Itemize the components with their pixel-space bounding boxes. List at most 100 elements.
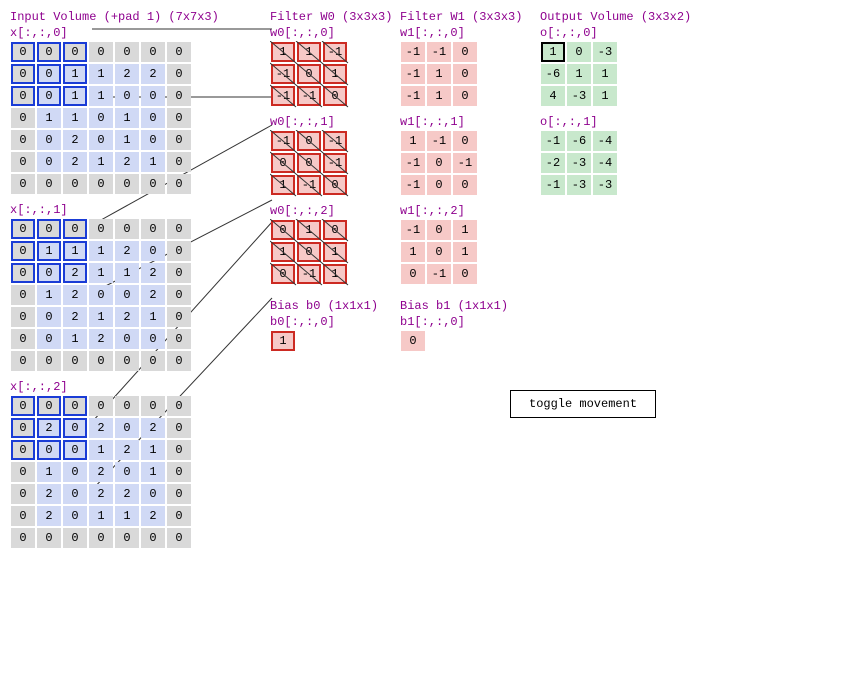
cell: 0 bbox=[453, 175, 477, 195]
cell: -1 bbox=[401, 175, 425, 195]
cell: 0 bbox=[141, 86, 165, 106]
cell: 0 bbox=[167, 285, 191, 305]
cell: 1 bbox=[593, 64, 617, 84]
cell: 1 bbox=[115, 130, 139, 150]
cell: 0 bbox=[167, 329, 191, 349]
cell: -3 bbox=[567, 175, 591, 195]
bias-b1-label: b1[:,:,0] bbox=[400, 315, 522, 329]
cell: 0 bbox=[167, 418, 191, 438]
cell: 1 bbox=[141, 152, 165, 172]
w0-header: Filter W0 (3x3x3) bbox=[270, 10, 392, 24]
cell: 0 bbox=[115, 462, 139, 482]
cell: -6 bbox=[567, 131, 591, 151]
cell: 1 bbox=[63, 241, 87, 261]
cell: 0 bbox=[63, 440, 87, 460]
cell: 1 bbox=[541, 42, 565, 62]
input-slice-label: x[:,:,0] bbox=[10, 26, 219, 40]
cell: 0 bbox=[141, 108, 165, 128]
cell: 1 bbox=[453, 242, 477, 262]
cell: 0 bbox=[11, 174, 35, 194]
cell: 2 bbox=[89, 462, 113, 482]
cell: 0 bbox=[11, 307, 35, 327]
cell: 1 bbox=[37, 462, 61, 482]
cell: 0 bbox=[37, 174, 61, 194]
cell: 2 bbox=[115, 484, 139, 504]
cell: -1 bbox=[541, 131, 565, 151]
input-grid: 0000000011120000211200120020002121000120… bbox=[10, 218, 192, 372]
cell: 0 bbox=[427, 175, 451, 195]
cell: 0 bbox=[115, 219, 139, 239]
cell: 0 bbox=[11, 285, 35, 305]
cell: 1 bbox=[37, 285, 61, 305]
cell: 0 bbox=[567, 42, 591, 62]
w1-grid: 1-10-10-1-100 bbox=[400, 130, 478, 196]
cell: -1 bbox=[427, 42, 451, 62]
w0-slice-label: w0[:,:,1] bbox=[270, 115, 392, 129]
cell: 1 bbox=[63, 108, 87, 128]
cell: 0 bbox=[11, 219, 35, 239]
cell: 0 bbox=[11, 86, 35, 106]
cell: 1 bbox=[593, 86, 617, 106]
cell: 1 bbox=[115, 263, 139, 283]
cell: 2 bbox=[37, 506, 61, 526]
cell: 0 bbox=[115, 174, 139, 194]
cell: -1 bbox=[427, 264, 451, 284]
cell: 2 bbox=[115, 152, 139, 172]
cell: 0 bbox=[167, 263, 191, 283]
cell: 1 bbox=[89, 241, 113, 261]
w1-grid: -1-10-110-110 bbox=[400, 41, 478, 107]
cell: 0 bbox=[427, 242, 451, 262]
cell: 0 bbox=[167, 219, 191, 239]
cell: -3 bbox=[593, 42, 617, 62]
cell: 0 bbox=[141, 241, 165, 261]
cell: 0 bbox=[453, 42, 477, 62]
cell: 0 bbox=[11, 462, 35, 482]
cell: 0 bbox=[141, 484, 165, 504]
cell: 0 bbox=[63, 528, 87, 548]
w1-slice-label: w1[:,:,1] bbox=[400, 115, 522, 129]
bias-b0-header: Bias b0 (1x1x1) bbox=[270, 299, 392, 313]
bias-b0-cell: 1 bbox=[271, 331, 295, 351]
cell: 1 bbox=[567, 64, 591, 84]
cell: 0 bbox=[37, 263, 61, 283]
cell: -1 bbox=[401, 86, 425, 106]
cell: 0 bbox=[11, 263, 35, 283]
cell: 0 bbox=[63, 396, 87, 416]
cell: 0 bbox=[141, 174, 165, 194]
cell: 2 bbox=[115, 440, 139, 460]
cell: 0 bbox=[453, 64, 477, 84]
cell: 1 bbox=[89, 307, 113, 327]
cell: 0 bbox=[141, 396, 165, 416]
cell: -6 bbox=[541, 64, 565, 84]
cell: 2 bbox=[37, 418, 61, 438]
cell: 0 bbox=[115, 396, 139, 416]
cell: -1 bbox=[401, 42, 425, 62]
cell: 0 bbox=[89, 130, 113, 150]
toggle-movement-button[interactable]: toggle movement bbox=[510, 390, 656, 418]
cell: 0 bbox=[11, 241, 35, 261]
cell: 1 bbox=[141, 307, 165, 327]
cell: 2 bbox=[115, 64, 139, 84]
cell: 0 bbox=[115, 528, 139, 548]
cell: 0 bbox=[11, 329, 35, 349]
cell: 0 bbox=[63, 506, 87, 526]
cell: 0 bbox=[11, 108, 35, 128]
w1-grid: -1011010-10 bbox=[400, 219, 478, 285]
cell: -1 bbox=[427, 131, 451, 151]
cell: 1 bbox=[63, 329, 87, 349]
output-slice-label: o[:,:,1] bbox=[540, 115, 691, 129]
cell: 0 bbox=[89, 42, 113, 62]
cell: 0 bbox=[63, 351, 87, 371]
cell: 0 bbox=[141, 351, 165, 371]
w1-slice-label: w1[:,:,2] bbox=[400, 204, 522, 218]
w1-header: Filter W1 (3x3x3) bbox=[400, 10, 522, 24]
cell: 0 bbox=[141, 219, 165, 239]
cell: 4 bbox=[541, 86, 565, 106]
cell: 0 bbox=[167, 506, 191, 526]
output-grid: -1-6-4-2-3-4-1-3-3 bbox=[540, 130, 618, 196]
cell: 0 bbox=[37, 64, 61, 84]
cell: 2 bbox=[141, 285, 165, 305]
cell: 0 bbox=[167, 152, 191, 172]
cell: 1 bbox=[89, 64, 113, 84]
w0-strike-overlay bbox=[270, 219, 354, 291]
